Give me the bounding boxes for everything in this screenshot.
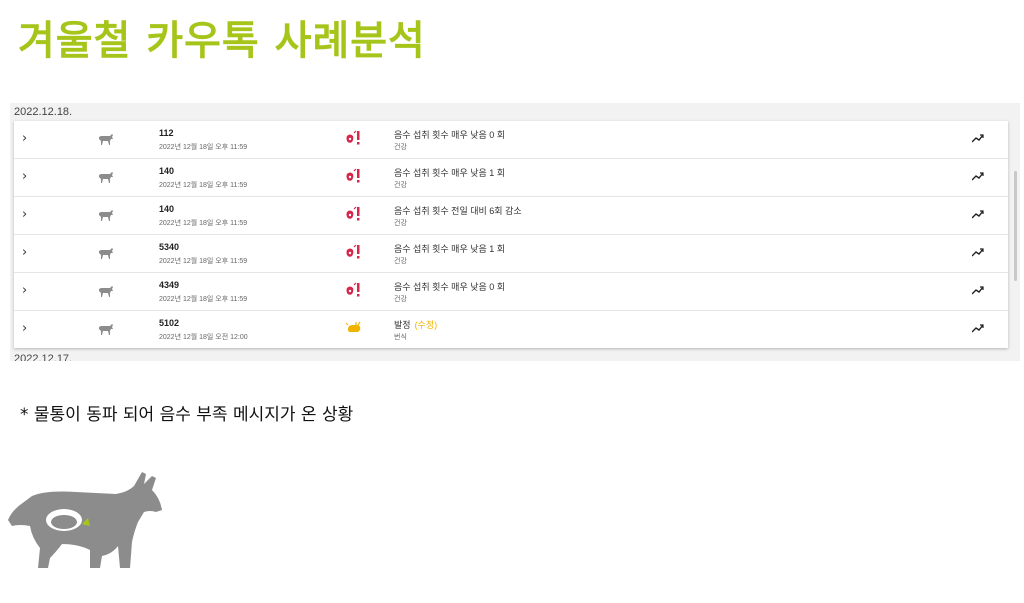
trend-chart-icon[interactable] — [972, 285, 984, 295]
chevron-right-icon[interactable]: › — [22, 207, 27, 222]
alert-list: › 112 2022년 12월 18일 오후 11:59 음수 섭취 횟수 매우… — [14, 121, 1008, 348]
estrus-icon — [345, 321, 361, 332]
alert-feed-panel: 2022.12.18. › 112 2022년 12월 18일 오후 11:59… — [10, 103, 1020, 361]
alert-time: 2022년 12월 18일 오전 12:00 — [159, 334, 248, 341]
cow-id: 4349 — [159, 280, 180, 290]
alert-category: 건강 — [394, 182, 407, 189]
alert-row[interactable]: › 5102 2022년 12월 18일 오전 12:00 발정 (수정) 번식 — [14, 311, 1008, 348]
alert-time: 2022년 12월 18일 오후 11:59 — [159, 182, 248, 189]
chevron-right-icon[interactable]: › — [22, 321, 27, 336]
cow-id: 5102 — [159, 318, 180, 328]
alert-extra-tag: (수정) — [414, 320, 438, 330]
cow-logo-icon — [8, 472, 162, 568]
date-header: 2022.12.18. — [14, 106, 73, 118]
cow-icon — [99, 134, 113, 145]
alert-row[interactable]: › 112 2022년 12월 18일 오후 11:59 음수 섭취 횟수 매우… — [14, 121, 1008, 159]
trend-chart-icon[interactable] — [972, 171, 984, 181]
alert-time: 2022년 12월 18일 오후 11:59 — [159, 144, 248, 151]
alert-category: 건강 — [394, 144, 407, 151]
chevron-right-icon[interactable]: › — [22, 245, 27, 260]
alert-time: 2022년 12월 18일 오후 11:59 — [159, 296, 248, 303]
trend-chart-icon[interactable] — [972, 133, 984, 143]
cow-id: 140 — [159, 204, 175, 214]
alert-message: 음수 섭취 횟수 전일 대비 6회 감소 — [394, 206, 522, 216]
cow-icon — [99, 172, 113, 183]
alert-message: 발정 (수정) — [394, 320, 438, 330]
cow-id: 112 — [159, 128, 174, 138]
cow-icon — [99, 286, 113, 297]
alert-row[interactable]: › 4349 2022년 12월 18일 오후 11:59 음수 섭취 횟수 매… — [14, 273, 1008, 311]
health-alert-icon — [346, 168, 360, 183]
alert-message: 음수 섭취 횟수 매우 낮음 0 회 — [394, 282, 506, 292]
chevron-right-icon[interactable]: › — [22, 169, 27, 184]
alert-row[interactable]: › 5340 2022년 12월 18일 오후 11:59 음수 섭취 횟수 매… — [14, 235, 1008, 273]
alert-row[interactable]: › 140 2022년 12월 18일 오후 11:59 음수 섭취 횟수 매우… — [14, 159, 1008, 197]
alert-time: 2022년 12월 18일 오후 11:59 — [159, 220, 248, 227]
chevron-right-icon[interactable]: › — [22, 283, 27, 298]
alert-time: 2022년 12월 18일 오후 11:59 — [159, 258, 248, 265]
cow-id: 140 — [159, 166, 175, 176]
scrollbar[interactable] — [1014, 171, 1017, 281]
date-header: 2022.12.17. — [14, 353, 73, 361]
alert-row[interactable]: › 140 2022년 12월 18일 오후 11:59 음수 섭취 횟수 전일… — [14, 197, 1008, 235]
cow-icon — [99, 324, 113, 335]
page-title: 겨울철 카우톡 사례분석 — [18, 18, 426, 64]
health-alert-icon — [346, 282, 360, 297]
health-alert-icon — [346, 244, 360, 259]
cow-id: 5340 — [159, 242, 180, 252]
alert-category: 번식 — [394, 334, 407, 341]
cow-icon — [99, 248, 113, 259]
trend-chart-icon[interactable] — [972, 323, 984, 333]
chevron-right-icon[interactable]: › — [22, 131, 27, 146]
alert-message: 음수 섭취 횟수 매우 낮음 1 회 — [394, 244, 506, 254]
caption-note: * 물통이 동파 되어 음수 부족 메시지가 온 상황 — [20, 405, 354, 425]
alert-category: 건강 — [394, 258, 407, 265]
alert-message: 음수 섭취 횟수 매우 낮음 0 회 — [394, 130, 506, 140]
trend-chart-icon[interactable] — [972, 209, 984, 219]
alert-message: 음수 섭취 횟수 매우 낮음 1 회 — [394, 168, 506, 178]
alert-category: 건강 — [394, 296, 407, 303]
cow-icon — [99, 210, 113, 221]
alert-category: 건강 — [394, 220, 407, 227]
health-alert-icon — [346, 206, 360, 221]
health-alert-icon — [346, 130, 360, 145]
trend-chart-icon[interactable] — [972, 247, 984, 257]
